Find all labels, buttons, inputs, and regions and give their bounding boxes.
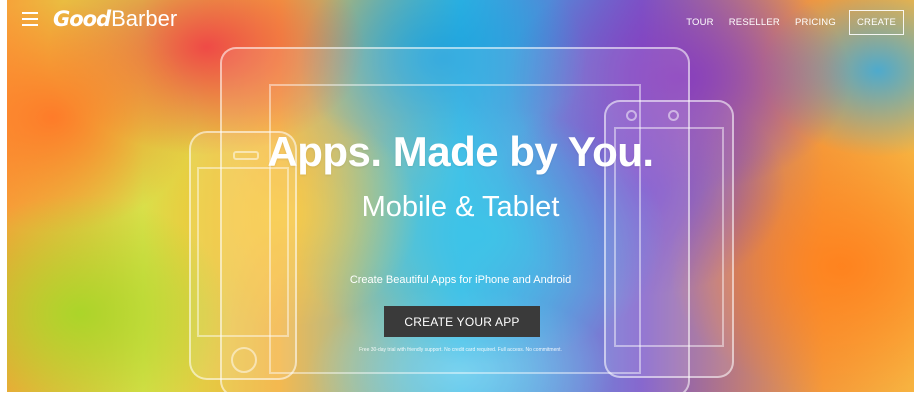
goodbarber-logo[interactable]: Good Barber [53,6,177,36]
create-your-app-button[interactable]: CREATE YOUR APP [384,306,540,337]
nav-links: TOUR RESELLER PRICING CREATE [671,10,904,35]
hero-tagline: Create Beautiful Apps for iPhone and And… [349,274,572,286]
nav-link-reseller[interactable]: RESELLER [729,17,780,28]
android-sensor-graphic [626,110,637,121]
hamburger-menu-icon[interactable] [22,12,38,26]
android-camera-graphic [668,110,679,121]
nav-link-tour[interactable]: TOUR [686,17,714,28]
hero-subheadline: Mobile & Tablet [361,191,560,223]
hero-section: Good Barber TOUR RESELLER PRICING CREATE… [7,0,914,392]
top-navigation: Good Barber TOUR RESELLER PRICING CREATE [7,0,914,42]
nav-link-pricing[interactable]: PRICING [795,17,836,28]
logo-barber-text: Barber [111,6,178,31]
trial-fineprint: Free 30-day trial with friendly support.… [359,347,562,353]
nav-create-button[interactable]: CREATE [848,10,904,35]
hero-headline: Apps. Made by You. [267,128,654,175]
logo-good-text: Good [53,7,111,31]
